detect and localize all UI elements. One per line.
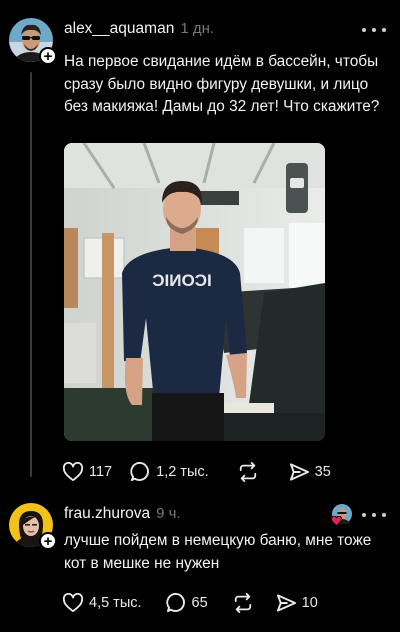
comment-count: 1,2 тыс. [156, 463, 209, 480]
comment-button[interactable]: 65 [165, 592, 208, 613]
repost-button[interactable] [232, 592, 254, 613]
comment-count: 65 [191, 594, 208, 611]
post-photo[interactable]: ICONIC [64, 143, 325, 441]
post-header: frau.zhurova 9 ч. [64, 505, 181, 523]
red-heart-icon [331, 516, 342, 526]
share-count: 35 [314, 463, 331, 480]
comment-bubble-icon [165, 592, 185, 613]
post-time: 1 дн. [180, 20, 215, 37]
like-count: 117 [89, 463, 113, 480]
post-text: лучше пойдем в немецкую баню, мне тоже к… [64, 532, 372, 572]
heart-icon [62, 592, 84, 612]
comment-bubble-icon [130, 461, 150, 482]
like-button[interactable]: 117 [62, 461, 113, 482]
avatar-container[interactable]: + [9, 18, 57, 65]
plus-icon[interactable]: + [39, 47, 57, 65]
avatar-container[interactable]: + [9, 503, 57, 550]
repost-icon [234, 592, 251, 613]
reply-post: + frau.zhurova 9 ч. лучше пойдем в немец… [0, 490, 400, 632]
send-icon [276, 593, 296, 612]
share-count: 10 [301, 594, 318, 611]
like-button[interactable]: 4,5 тыс. [62, 592, 142, 613]
thread-line [30, 72, 32, 477]
plus-icon[interactable]: + [39, 532, 57, 550]
post-header: alex__aquaman 1 дн. [64, 20, 214, 38]
share-button[interactable]: 10 [276, 593, 318, 613]
post-actions: 4,5 тыс. 65 10 [62, 592, 318, 613]
username[interactable]: frau.zhurova [64, 505, 150, 523]
post-actions: 117 1,2 тыс. 35 [62, 461, 331, 482]
comment-button[interactable]: 1,2 тыс. [130, 461, 209, 482]
heart-icon [62, 461, 84, 481]
post-time: 9 ч. [156, 505, 181, 522]
shirt-print: ICONIC [152, 271, 212, 290]
post: + alex__aquaman 1 дн. На первое свидание… [0, 0, 400, 490]
repost-icon [239, 461, 256, 482]
post-text: На первое свидание идём в бассейн, чтобы… [64, 53, 380, 115]
username[interactable]: alex__aquaman [64, 20, 174, 38]
like-count: 4,5 тыс. [89, 594, 142, 611]
repost-button[interactable] [237, 461, 259, 482]
more-dots-icon[interactable] [362, 23, 386, 37]
send-icon [289, 462, 309, 481]
share-button[interactable]: 35 [289, 462, 331, 482]
more-dots-icon[interactable] [362, 508, 386, 522]
